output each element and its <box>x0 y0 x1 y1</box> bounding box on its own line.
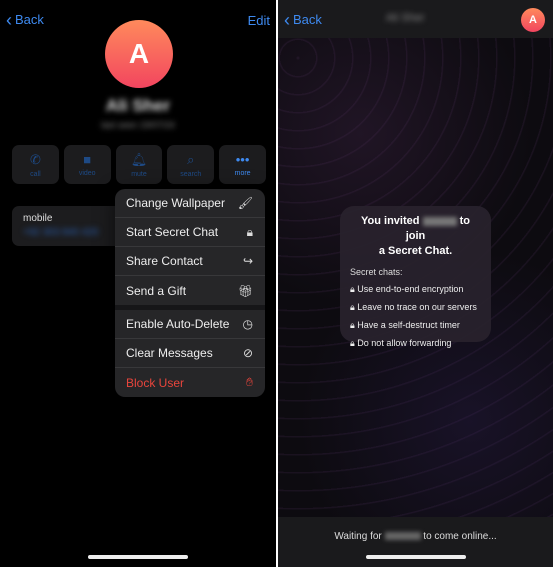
video-icon: ■ <box>83 152 92 167</box>
secret-chat-info-card: You invited to join a Secret Chat. Secret… <box>340 206 491 348</box>
menu-clear-messages[interactable]: Clear Messages ⊘ <box>115 339 265 368</box>
menu-label: Send a Gift <box>126 283 187 298</box>
share-icon: ↪ <box>242 254 253 268</box>
menu-label: Clear Messages <box>126 346 213 360</box>
blurred-name <box>422 216 457 226</box>
contact-name: Ali Sher <box>105 96 171 115</box>
waiting-prefix: Waiting for <box>334 531 382 542</box>
avatar: A <box>105 20 173 88</box>
back-label: Back <box>15 12 44 27</box>
call-button[interactable]: ✆ call <box>12 145 59 184</box>
brush-icon: 🖌︎ <box>237 196 253 210</box>
contact-info-screen: ‹ Back Edit A Ali Sher last seen 19/07/24… <box>0 0 276 567</box>
invite-line2: a Secret Chat. <box>378 245 453 257</box>
menu-start-secret-chat[interactable]: Start Secret Chat 🔒︎ <box>115 218 265 247</box>
feature-item: 🔒︎ Do not allow forwarding <box>350 338 481 349</box>
menu-send-gift[interactable]: Send a Gift 🎁︎ <box>115 276 265 305</box>
video-button[interactable]: ■ video <box>63 145 111 184</box>
more-label: more <box>234 170 251 177</box>
back-button[interactable]: ‹ Back <box>6 9 44 30</box>
clear-icon: ⊘ <box>242 346 253 360</box>
menu-label: Change Wallpaper <box>126 196 225 210</box>
search-icon: ⌕ <box>187 151 195 167</box>
feature-text: Have a self-destruct timer <box>357 320 460 330</box>
menu-label: Start Secret Chat <box>126 225 219 239</box>
feature-text: Do not allow forwarding <box>357 338 452 348</box>
feature-item: 🔒︎ Have a self-destruct timer <box>350 320 481 331</box>
back-button[interactable]: ‹ Back <box>284 9 322 30</box>
mute-button[interactable]: 🔔︎ mute <box>115 145 163 184</box>
chevron-left-icon: ‹ <box>284 9 290 30</box>
menu-label: Share Contact <box>126 254 203 268</box>
invite-text: You invited to join a Secret Chat. <box>350 214 481 259</box>
feature-text: Use end-to-end encryption <box>357 284 464 294</box>
hand-icon: ✋︎ <box>246 375 253 389</box>
menu-enable-auto-delete[interactable]: Enable Auto-Delete ◷ <box>115 310 265 339</box>
bell-icon: 🔔︎ <box>130 151 148 167</box>
waiting-suffix: to come online... <box>423 531 497 542</box>
mute-label: mute <box>131 170 147 178</box>
last-seen: last seen 19/07/24 <box>101 120 175 130</box>
lock-icon: 🔒︎ <box>246 224 253 239</box>
edit-button[interactable]: Edit <box>248 13 270 28</box>
blurred-name <box>384 532 421 541</box>
call-label: call <box>30 170 41 178</box>
home-indicator <box>365 555 466 559</box>
more-menu: Change Wallpaper 🖌︎ Start Secret Chat 🔒︎ S… <box>115 189 265 397</box>
menu-label: Enable Auto-Delete <box>126 317 230 331</box>
waiting-bar: Waiting for to come online... <box>278 517 553 567</box>
feature-item: 🔒︎ Use end-to-end encryption <box>350 284 481 295</box>
chat-header: ‹ Back Ali Sher A <box>278 0 553 38</box>
menu-change-wallpaper[interactable]: Change Wallpaper 🖌︎ <box>115 189 265 218</box>
chat-title[interactable]: Ali Sher <box>386 12 425 24</box>
menu-share-contact[interactable]: Share Contact ↪ <box>115 247 265 276</box>
features-heading: Secret chats: <box>350 267 403 277</box>
secret-chat-screen: ‹ Back Ali Sher A You invited to join a Se… <box>278 0 553 567</box>
invite-prefix: You invited <box>361 215 420 227</box>
phone-icon: ✆ <box>29 151 41 167</box>
search-label: search <box>180 170 202 178</box>
feature-item: 🔒︎ Leave no trace on our servers <box>350 302 481 313</box>
back-label: Back <box>293 12 322 27</box>
menu-block-user[interactable]: Block User ✋︎ <box>115 368 265 397</box>
chevron-left-icon: ‹ <box>6 9 12 30</box>
timer-icon: ◷ <box>242 317 253 331</box>
search-button[interactable]: ⌕ search <box>167 145 215 184</box>
video-label: video <box>78 170 96 177</box>
feature-text: Leave no trace on our servers <box>357 302 477 312</box>
gift-icon: 🎁︎ <box>237 283 253 298</box>
avatar[interactable]: A <box>521 8 545 32</box>
action-row: ✆ call ■ video 🔔︎ mute ⌕ search ••• more <box>12 145 266 184</box>
menu-label: Block User <box>126 375 185 390</box>
more-icon: ••• <box>235 152 250 167</box>
home-indicator <box>88 555 188 559</box>
more-button[interactable]: ••• more <box>219 145 266 184</box>
